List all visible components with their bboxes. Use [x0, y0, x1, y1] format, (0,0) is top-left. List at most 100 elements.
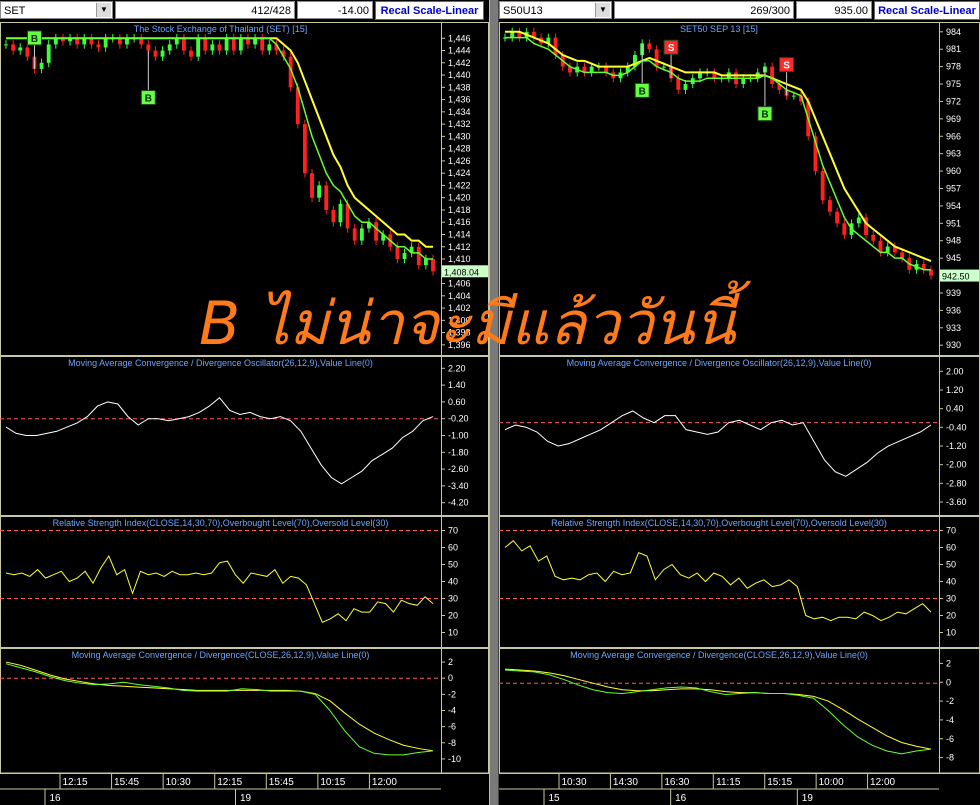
tick-label: -0.20 [448, 414, 469, 424]
left-chart-panel: SET ▼ 412/428 -14.00 Recal Scale-Linear … [0, 0, 489, 805]
macd-oscillator-line [504, 410, 932, 477]
candle-body [842, 223, 847, 235]
tick-label: 0 [946, 677, 951, 687]
candle-body [770, 66, 775, 85]
candle-body [25, 47, 30, 57]
price-chart-title: SET50 SEP 13 [15] [680, 24, 758, 34]
candle-body [167, 44, 172, 51]
macd-oscillator-line [5, 396, 434, 485]
tick-label: 10 [946, 628, 956, 638]
candle-body [39, 62, 44, 69]
tick-label: 20 [946, 611, 956, 621]
panel-splitter[interactable] [489, 0, 499, 805]
candle-body [146, 44, 151, 51]
tick-label: 957 [946, 184, 961, 194]
pane-frame [499, 648, 980, 774]
candle-body [302, 124, 307, 174]
candle-body [189, 50, 193, 57]
signal-label: B [31, 34, 38, 45]
pane-frame [499, 356, 980, 516]
tick-label: -4 [946, 715, 954, 725]
price-chart-title: The Stock Exchange of Thailand (SET) [15… [134, 24, 307, 34]
tick-label: 0.60 [448, 397, 466, 407]
signal-label: B [639, 86, 646, 97]
time-label: 12:00 [870, 777, 895, 788]
tick-label: -6 [946, 734, 954, 744]
tick-label: 1,426 [448, 156, 471, 166]
tick-label: -2 [448, 689, 456, 699]
tick-label: 60 [448, 543, 458, 553]
candle-body [791, 95, 796, 97]
candle-body [359, 228, 364, 241]
tick-label: 1,410 [448, 254, 471, 264]
ema-yellow-line [6, 37, 433, 248]
candle-body [46, 44, 51, 63]
tick-label: 1,418 [448, 205, 471, 215]
time-label: 14:30 [613, 777, 638, 788]
day-label: 16 [675, 793, 687, 804]
pane-frame [0, 356, 489, 516]
candle-body [310, 173, 314, 198]
tick-label: -3.60 [946, 497, 967, 507]
time-label: 10:30 [561, 777, 586, 788]
rsi-line [504, 539, 932, 622]
tick-label: 70 [946, 526, 956, 536]
time-label: 11:15 [716, 777, 741, 788]
candle-body [238, 38, 243, 51]
candle-body [827, 200, 832, 212]
candle-body [683, 84, 688, 90]
tick-label: 960 [946, 166, 961, 176]
tick-label: 951 [946, 218, 961, 228]
tick-label: -2.80 [946, 478, 967, 488]
tick-label: 30 [448, 594, 458, 604]
time-label: 10:30 [166, 777, 191, 788]
candle-body [103, 38, 108, 48]
tick-label: -10 [448, 754, 461, 764]
tick-label: 930 [946, 340, 961, 350]
time-label: 16:30 [664, 777, 689, 788]
candle-body [589, 66, 594, 73]
tick-label: -4.20 [448, 498, 469, 508]
candle-body [331, 209, 336, 223]
candle-body [210, 44, 215, 51]
candle-body [231, 38, 236, 51]
time-label: 12:15 [217, 777, 242, 788]
candle-body [224, 38, 229, 51]
signal-label: B [145, 94, 152, 105]
candle-body [4, 44, 8, 46]
candle-body [647, 43, 652, 50]
candle-body [153, 50, 158, 57]
tick-label: -2.00 [946, 460, 967, 470]
tick-label: 0.40 [946, 404, 964, 414]
macd-title: Moving Average Convergence / Divergence(… [72, 650, 370, 660]
signal-label: B [761, 110, 768, 121]
tick-label: 984 [946, 27, 961, 37]
candle-body [160, 50, 165, 57]
tick-label: -1.00 [448, 431, 469, 441]
candle-body [820, 171, 825, 201]
tick-label: -4 [448, 706, 456, 716]
candle-body [196, 38, 201, 57]
time-label: 10:00 [819, 777, 844, 788]
time-label: 10:15 [320, 777, 345, 788]
tick-label: 1,414 [448, 229, 471, 239]
tick-label: 2.00 [946, 366, 964, 376]
pane-frame [0, 648, 489, 774]
time-label: 12:00 [372, 777, 397, 788]
rsi-title: Relative Strength Index(CLOSE,14,30,70),… [551, 518, 887, 528]
tick-label: -1.20 [946, 441, 967, 451]
candle-body [835, 211, 840, 224]
time-label: 15:15 [767, 777, 792, 788]
tick-label: -8 [448, 738, 456, 748]
day-label: 19 [802, 793, 814, 804]
candle-body [374, 222, 378, 241]
time-label: 12:15 [62, 777, 87, 788]
rsi-line [5, 554, 434, 623]
candle-body [324, 185, 329, 210]
signal-label: S [783, 61, 790, 72]
tick-label: 20 [448, 611, 458, 621]
tick-label: 1,438 [448, 82, 471, 92]
candle-body [217, 44, 222, 51]
tick-label: 969 [946, 114, 961, 124]
tick-label: 30 [946, 594, 956, 604]
